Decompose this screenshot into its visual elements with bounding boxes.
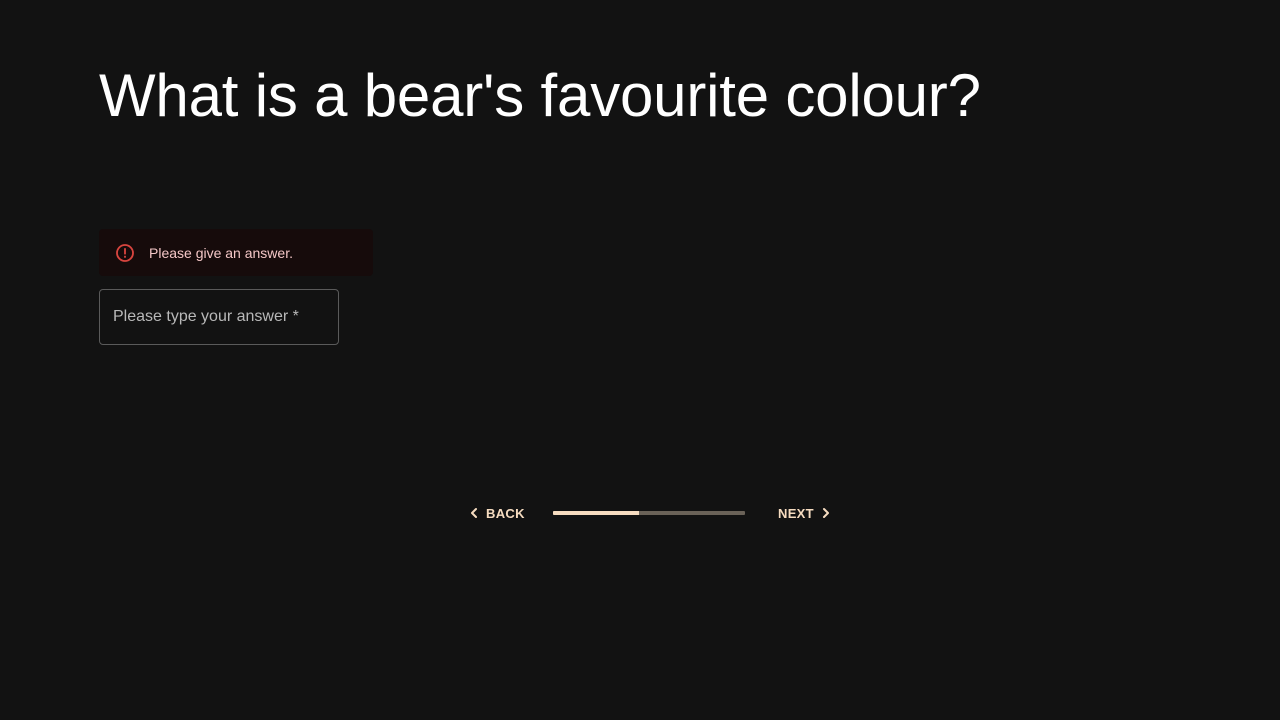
error-icon — [115, 243, 135, 263]
answer-field[interactable]: Please type your answer * — [99, 289, 339, 345]
back-button[interactable]: BACK — [467, 500, 525, 526]
answer-input[interactable] — [100, 290, 338, 344]
error-alert: Please give an answer. — [99, 229, 373, 276]
question-title: What is a bear's favourite colour? — [99, 62, 981, 129]
next-button[interactable]: NEXT — [778, 500, 833, 526]
error-message: Please give an answer. — [149, 244, 293, 261]
quiz-page: What is a bear's favourite colour? Pleas… — [0, 0, 1280, 720]
progress-fill — [553, 511, 640, 515]
next-label: NEXT — [778, 505, 814, 521]
progress-bar — [553, 511, 745, 515]
navigation-bar: BACK NEXT — [0, 500, 1280, 526]
chevron-right-icon — [819, 506, 833, 520]
chevron-left-icon — [467, 506, 481, 520]
back-label: BACK — [486, 505, 525, 521]
